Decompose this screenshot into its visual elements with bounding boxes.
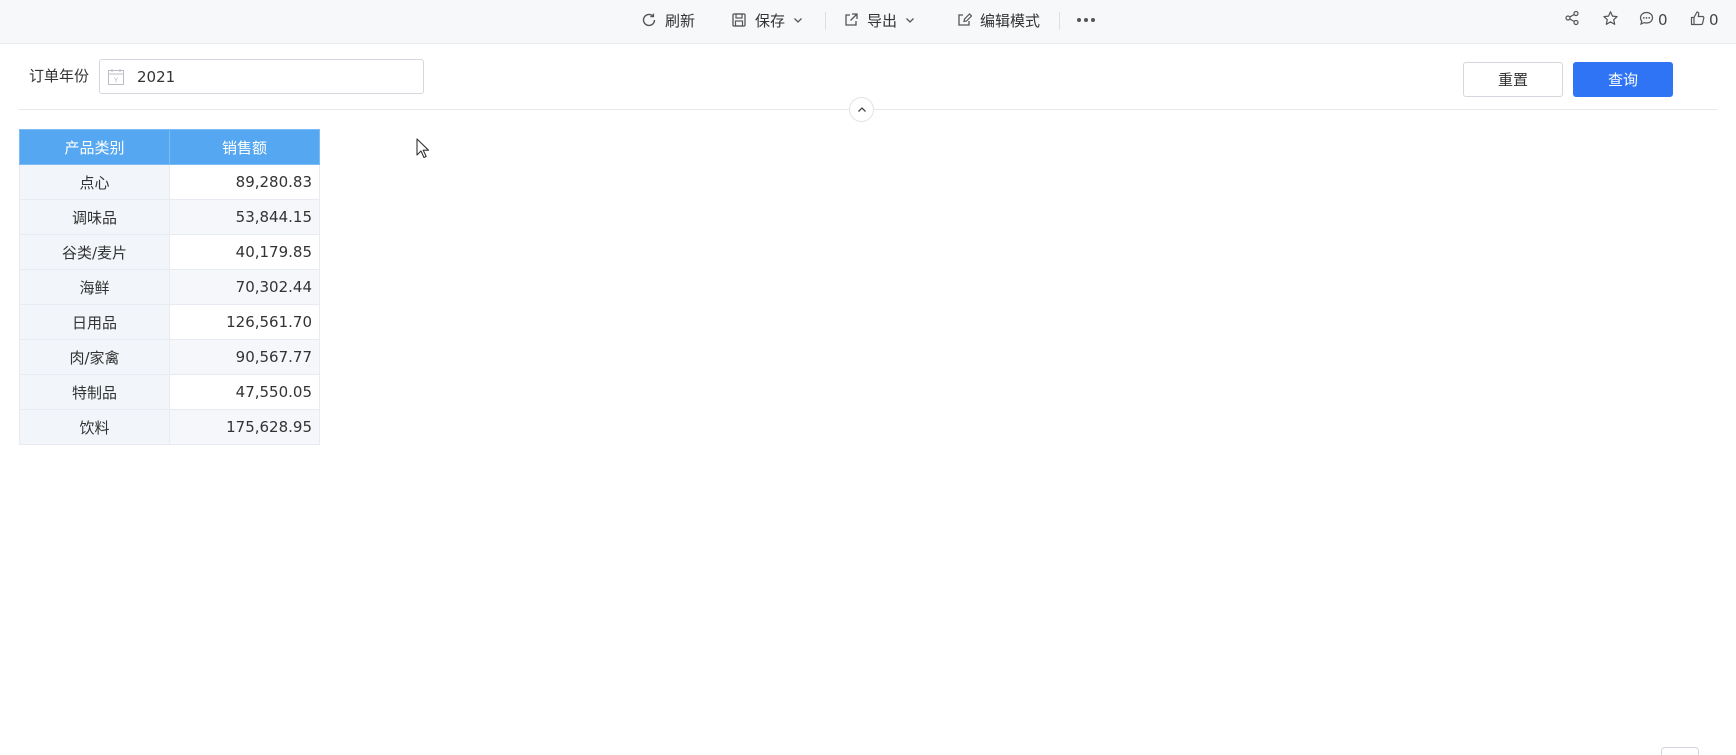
sales-table: 产品类别 销售额 点心 89,280.83 调味品 53,844.15 谷类/麦…: [19, 129, 320, 445]
collapse-filter-button[interactable]: [849, 97, 874, 122]
share-button[interactable]: [1564, 0, 1580, 40]
save-icon: [731, 12, 747, 28]
cell-category: 日用品: [19, 304, 170, 340]
edit-mode-button[interactable]: 编辑模式: [956, 0, 1040, 40]
export-icon: [843, 12, 859, 28]
chevron-down-icon: [793, 15, 803, 25]
table-row: 海鲜 70,302.44: [19, 269, 320, 305]
order-year-input[interactable]: Y 2021: [99, 59, 424, 94]
cell-sales: 89,280.83: [169, 164, 320, 200]
cell-category: 肉/家禽: [19, 339, 170, 375]
order-year-value: 2021: [137, 67, 176, 86]
save-button[interactable]: 保存: [731, 0, 803, 40]
table-row: 肉/家禽 90,567.77: [19, 339, 320, 375]
cell-category: 点心: [19, 164, 170, 200]
table-row: 特制品 47,550.05: [19, 374, 320, 410]
cell-sales: 40,179.85: [169, 234, 320, 270]
comments-button[interactable]: 0: [1638, 0, 1668, 40]
save-label: 保存: [755, 11, 786, 30]
toolbar-divider: [1059, 12, 1060, 30]
svg-text:Y: Y: [113, 76, 119, 84]
cell-sales: 70,302.44: [169, 269, 320, 305]
calendar-icon: Y: [107, 68, 125, 86]
table-row: 日用品 126,561.70: [19, 304, 320, 340]
refresh-button[interactable]: 刷新: [641, 0, 695, 40]
more-button[interactable]: [1076, 0, 1096, 40]
export-button[interactable]: 导出: [843, 0, 915, 40]
table-row: 点心 89,280.83: [19, 164, 320, 200]
export-label: 导出: [867, 11, 898, 30]
column-header-sales[interactable]: 销售额: [169, 129, 320, 165]
comment-icon: [1638, 10, 1655, 31]
top-toolbar: 刷新 保存 导出 编辑模式 0 0: [0, 0, 1736, 44]
column-header-category[interactable]: 产品类别: [19, 129, 170, 165]
share-icon: [1564, 10, 1580, 30]
chevron-down-icon: [905, 15, 915, 25]
cell-category: 谷类/麦片: [19, 234, 170, 270]
reset-button[interactable]: 重置: [1463, 62, 1563, 97]
cell-category: 调味品: [19, 199, 170, 235]
cell-sales: 47,550.05: [169, 374, 320, 410]
like-button[interactable]: 0: [1689, 0, 1719, 40]
more-icon: [1076, 17, 1096, 23]
cell-category: 特制品: [19, 374, 170, 410]
star-icon: [1602, 10, 1619, 31]
thumbs-up-icon: [1689, 10, 1706, 31]
table-row: 谷类/麦片 40,179.85: [19, 234, 320, 270]
cell-category: 饮料: [19, 409, 170, 445]
table-row: 饮料 175,628.95: [19, 409, 320, 445]
likes-count: 0: [1709, 11, 1719, 29]
cell-sales: 175,628.95: [169, 409, 320, 445]
cell-category: 海鲜: [19, 269, 170, 305]
toolbar-divider: [825, 12, 826, 30]
edit-icon: [956, 12, 972, 28]
chevron-up-icon: [857, 100, 867, 119]
cell-sales: 53,844.15: [169, 199, 320, 235]
refresh-icon: [641, 12, 657, 28]
refresh-label: 刷新: [665, 11, 696, 30]
order-year-label: 订单年份: [29, 67, 90, 85]
corner-widget[interactable]: [1661, 747, 1699, 755]
edit-mode-label: 编辑模式: [980, 11, 1041, 30]
mouse-cursor-icon: [416, 138, 430, 163]
comments-count: 0: [1658, 11, 1668, 29]
query-button[interactable]: 查询: [1573, 62, 1673, 97]
cell-sales: 90,567.77: [169, 339, 320, 375]
cell-sales: 126,561.70: [169, 304, 320, 340]
table-row: 调味品 53,844.15: [19, 199, 320, 235]
favorite-button[interactable]: [1602, 0, 1619, 40]
table-header-row: 产品类别 销售额: [19, 129, 320, 165]
